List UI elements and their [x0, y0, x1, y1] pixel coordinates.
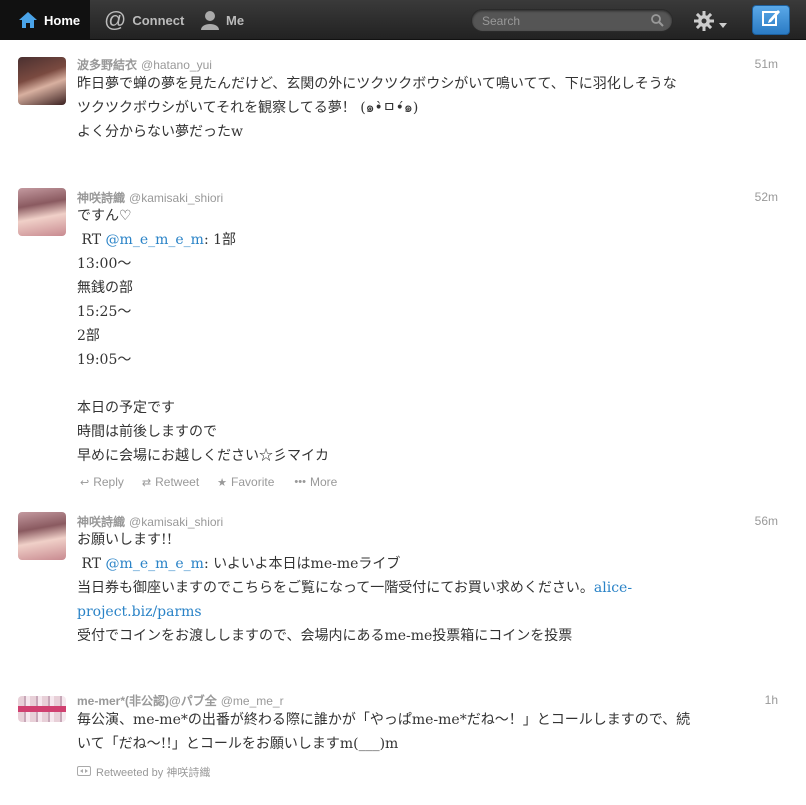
tweet-text: 毎公演、me-me*の出番が終わる際に誰かが「やっぱme-me*だね～！」とコー… — [77, 708, 777, 756]
tweet[interactable]: 神咲詩織 @kamisaki_shiori 52m ですん♡ RT @m_e_m_… — [0, 180, 806, 500]
tweet-line: 15:25～ — [77, 304, 132, 320]
tweet-line: よく分からない夢だったw — [77, 124, 243, 140]
tweet-text: ですん♡ RT @m_e_m_e_m: 1部 13:00～ 無銭の部 15:25… — [77, 204, 777, 468]
search-box — [471, 9, 673, 32]
user-name[interactable]: 神咲詩織 — [77, 191, 125, 205]
tweet-line: 本日の予定です — [77, 400, 175, 416]
settings-menu[interactable] — [693, 10, 727, 37]
nav-connect-label: Connect — [132, 12, 185, 28]
more-label: More — [309, 475, 338, 489]
tweet-line: いて「だね～!!」とコールをお願いしますm(___)m — [77, 736, 399, 752]
tweet-line: 当日券も御座いますのでこちらをご覧になって一階受付にてお買い求めください。 — [77, 580, 594, 596]
retweet-icon — [77, 765, 91, 779]
tweet-line: : 1部 — [203, 232, 237, 248]
retweeted-by[interactable]: Retweeted by 神咲詩織 — [77, 764, 210, 780]
tweet-line: 昨日夢で蝉の夢を見たんだけど、玄関の外にツクツクボウシがいて鳴いてて、下に羽化し… — [77, 76, 677, 92]
tweet-line: ですん♡ — [77, 208, 132, 224]
reply-action[interactable]: ↩ Reply — [80, 475, 124, 489]
tweet-line: お願いします!! — [77, 532, 173, 548]
nav-me-label: Me — [226, 12, 245, 28]
search-icon[interactable] — [651, 14, 664, 32]
tweet-text: お願いします!! RT @m_e_m_e_m: いよいよ本日はme-meライブ … — [77, 528, 777, 648]
tweet-line: : いよいよ本日はme-meライブ — [203, 556, 401, 572]
mention-link[interactable]: @m_e_m_e_m — [106, 232, 204, 248]
tweet-header: 波多野結衣 @hatano_yui — [77, 56, 212, 73]
tweet[interactable]: 神咲詩織 @kamisaki_shiori 56m お願いします!! RT @m_… — [0, 504, 806, 674]
timestamp[interactable]: 51m — [755, 57, 778, 71]
tweet-line: 早めに会場にお越しください☆彡マイカ — [77, 448, 329, 464]
url-link[interactable]: project.biz/parms — [77, 604, 202, 620]
person-icon — [200, 10, 220, 30]
nav-home-label: Home — [44, 12, 81, 28]
user-handle[interactable]: @kamisaki_shiori — [129, 515, 223, 529]
avatar[interactable] — [18, 57, 66, 105]
tweet-line: 受付でコインをお渡ししますので、会場内にあるme-me投票箱にコインを投票 — [77, 628, 573, 644]
retweeted-by-label: Retweeted by 神咲詩織 — [96, 767, 211, 779]
favorite-action[interactable]: ★ Favorite — [217, 475, 274, 489]
tweet-line: 13:00～ — [77, 256, 132, 272]
nav-home[interactable]: Home — [0, 0, 90, 40]
user-name[interactable]: 神咲詩織 — [77, 515, 125, 529]
timestamp[interactable]: 1h — [765, 693, 778, 707]
url-link[interactable]: alice- — [594, 580, 632, 596]
user-name[interactable]: 波多野結衣 — [77, 58, 137, 72]
retweet-action[interactable]: ⇄ Retweet — [142, 475, 199, 489]
gear-icon — [693, 10, 715, 37]
compose-icon — [761, 8, 781, 33]
nav-connect[interactable]: @ Connect — [102, 0, 184, 40]
avatar[interactable] — [18, 512, 66, 560]
at-icon: @ — [104, 7, 127, 32]
user-name[interactable]: me-mer*(非公認)@パブ全 — [77, 694, 217, 708]
tweet-line: 19:05～ — [77, 352, 132, 368]
tweet-line: 無銭の部 — [77, 280, 133, 296]
tweet-line: 2部 — [77, 328, 100, 344]
tweet-header: me-mer*(非公認)@パブ全 @me_me_r — [77, 692, 284, 709]
favorite-label: Favorite — [231, 475, 275, 489]
tweet-actions: ↩ Reply ⇄ Retweet ★ Favorite ••• More — [80, 475, 355, 489]
more-action[interactable]: ••• More — [294, 475, 337, 489]
nav-me[interactable]: Me — [200, 0, 244, 40]
avatar[interactable] — [18, 188, 66, 236]
timestamp[interactable]: 52m — [755, 190, 778, 204]
star-icon: ★ — [217, 476, 228, 489]
search-input[interactable] — [482, 10, 642, 31]
rt-prefix: RT — [77, 232, 106, 248]
tweet[interactable]: me-mer*(非公認)@パブ全 @me_me_r 1h 毎公演、me-me*の出… — [0, 684, 806, 794]
timestamp[interactable]: 56m — [755, 514, 778, 528]
reply-label: Reply — [93, 475, 124, 489]
retweet-icon: ⇄ — [141, 476, 152, 489]
tweet-line: 時間は前後しますので — [77, 424, 217, 440]
tweet-text: 昨日夢で蝉の夢を見たんだけど、玄関の外にツクツクボウシがいて鳴いてて、下に羽化し… — [77, 72, 777, 144]
tweet-line: 毎公演、me-me*の出番が終わる際に誰かが「やっぱme-me*だね～！」とコー… — [77, 712, 691, 728]
reply-icon: ↩ — [80, 476, 90, 489]
home-icon — [18, 11, 38, 29]
tweet[interactable]: 波多野結衣 @hatano_yui 51m 昨日夢で蝉の夢を見たんだけど、玄関の外… — [0, 48, 806, 178]
rt-prefix: RT — [77, 556, 106, 572]
user-handle[interactable]: @kamisaki_shiori — [129, 191, 223, 205]
user-handle[interactable]: @hatano_yui — [141, 58, 212, 72]
retweet-label: Retweet — [155, 475, 200, 489]
chevron-down-icon — [719, 15, 727, 33]
user-handle[interactable]: @me_me_r — [221, 694, 284, 708]
top-navigation-bar: Home @ Connect Me — [0, 0, 806, 40]
tweet-line: ツクツクボウシがいてそれを観察してる夢！ (๑•̀ㅁ•́๑) — [77, 100, 419, 116]
avatar[interactable] — [18, 696, 66, 722]
compose-tweet-button[interactable] — [752, 5, 790, 35]
ellipsis-icon: ••• — [294, 476, 306, 488]
mention-link[interactable]: @m_e_m_e_m — [106, 556, 204, 572]
